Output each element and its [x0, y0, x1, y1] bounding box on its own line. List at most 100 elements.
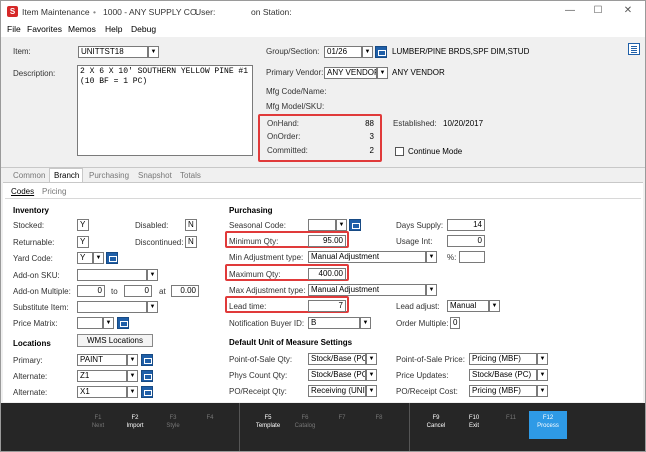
- po-receipt-cost-select[interactable]: Pricing (MBF): [469, 385, 537, 397]
- f5-template-button[interactable]: F5 Template: [251, 414, 285, 430]
- addon-sku-input[interactable]: [77, 269, 147, 281]
- primary-location-lookup-icon[interactable]: [141, 354, 153, 366]
- item-input[interactable]: UNITTST18: [78, 46, 148, 58]
- menu-debug[interactable]: Debug: [131, 24, 156, 34]
- group-dropdown-button[interactable]: ▼: [362, 46, 373, 58]
- menu-favorites[interactable]: Favorites: [27, 24, 62, 34]
- hamburger-menu-icon[interactable]: [628, 43, 640, 55]
- price-matrix-lookup-icon[interactable]: [117, 317, 129, 329]
- price-matrix-dropdown-button[interactable]: ▼: [103, 317, 114, 329]
- returnable-input[interactable]: Y: [77, 236, 89, 248]
- max-adjustment-type-select[interactable]: Manual Adjustment: [308, 284, 426, 296]
- menu-file[interactable]: File: [7, 24, 21, 34]
- subtab-codes[interactable]: Codes: [11, 187, 34, 196]
- maximize-button[interactable]: ☐: [591, 5, 605, 17]
- yard-code-lookup-icon[interactable]: [106, 252, 118, 264]
- po-receipt-qty-label: PO/Receipt Qty:: [229, 387, 287, 396]
- close-button[interactable]: ✕: [621, 5, 635, 17]
- subtab-pricing[interactable]: Pricing: [42, 187, 66, 196]
- alternate-location-1-lookup-icon[interactable]: [141, 370, 153, 382]
- seasonal-code-lookup-icon[interactable]: [349, 219, 361, 231]
- f9-cancel-button[interactable]: F9 Cancel: [419, 414, 453, 430]
- pos-qty-select[interactable]: Stock/Base (PC): [308, 353, 366, 365]
- days-supply-input[interactable]: 14: [447, 219, 485, 231]
- pos-price-dropdown-button[interactable]: ▼: [537, 353, 548, 365]
- primary-location-input[interactable]: PAINT: [77, 354, 127, 366]
- substitute-item-input[interactable]: [77, 301, 147, 313]
- lead-adjust-select[interactable]: Manual: [447, 300, 489, 312]
- pos-price-select[interactable]: Pricing (MBF): [469, 353, 537, 365]
- vendor-dropdown-button[interactable]: ▼: [377, 67, 388, 79]
- f8-button[interactable]: F8: [362, 414, 396, 422]
- continue-mode-checkbox[interactable]: [395, 147, 404, 156]
- tab-purchasing[interactable]: Purchasing: [89, 171, 129, 180]
- wms-locations-button[interactable]: WMS Locations: [77, 334, 153, 347]
- minimum-qty-input[interactable]: 95.00: [308, 235, 346, 247]
- tab-snapshot[interactable]: Snapshot: [138, 171, 172, 180]
- percent-input[interactable]: [459, 251, 485, 263]
- usage-int-input[interactable]: 0: [447, 235, 485, 247]
- tab-common[interactable]: Common: [13, 171, 45, 180]
- min-adjustment-dropdown-button[interactable]: ▼: [426, 251, 437, 263]
- f7-button[interactable]: F7: [325, 414, 359, 422]
- f1-next-button[interactable]: F1 Next: [81, 414, 115, 430]
- disabled-input[interactable]: N: [185, 219, 197, 231]
- f2-import-button[interactable]: F2 Import: [118, 414, 152, 430]
- mfg-code-label: Mfg Code/Name:: [266, 87, 327, 96]
- description-textarea[interactable]: 2 X 6 X 10' SOUTHERN YELLOW PINE #1 (10 …: [77, 65, 253, 156]
- f12-process-button[interactable]: F12 Process: [531, 414, 565, 430]
- primary-location-dropdown-button[interactable]: ▼: [127, 354, 138, 366]
- discontinued-input[interactable]: N: [185, 236, 197, 248]
- f3-style-button[interactable]: F3 Style: [156, 414, 190, 430]
- f11-button[interactable]: F11: [494, 414, 528, 422]
- substitute-item-dropdown-button[interactable]: ▼: [147, 301, 158, 313]
- po-receipt-cost-dropdown-button[interactable]: ▼: [537, 385, 548, 397]
- menu-memos[interactable]: Memos: [68, 24, 96, 34]
- min-adjustment-type-select[interactable]: Manual Adjustment: [308, 251, 426, 263]
- menu-help[interactable]: Help: [105, 24, 122, 34]
- f4-button[interactable]: F4: [193, 414, 227, 422]
- stocked-input[interactable]: Y: [77, 219, 89, 231]
- yard-code-input[interactable]: Y: [77, 252, 93, 264]
- po-receipt-qty-select[interactable]: Receiving (UNIT): [308, 385, 366, 397]
- po-receipt-qty-dropdown-button[interactable]: ▼: [366, 385, 377, 397]
- notification-buyer-input[interactable]: B: [308, 317, 360, 329]
- addon-multiple-from-input[interactable]: 0: [77, 285, 105, 297]
- seasonal-code-input[interactable]: [308, 219, 336, 231]
- group-description: LUMBER/PINE BRDS,SPF DIM,STUD: [392, 47, 530, 56]
- phys-count-qty-select[interactable]: Stock/Base (PC): [308, 369, 366, 381]
- addon-sku-dropdown-button[interactable]: ▼: [147, 269, 158, 281]
- order-multiple-input[interactable]: 0: [450, 317, 460, 329]
- f6-catalog-button[interactable]: F6 Catalog: [288, 414, 322, 430]
- maximum-qty-input[interactable]: 400.00: [308, 268, 346, 280]
- seasonal-code-dropdown-button[interactable]: ▼: [336, 219, 347, 231]
- item-dropdown-button[interactable]: ▼: [148, 46, 159, 58]
- max-adjustment-dropdown-button[interactable]: ▼: [426, 284, 437, 296]
- addon-multiple-label: Add-on Multiple:: [13, 287, 71, 296]
- addon-multiple-at-input[interactable]: 0.00: [171, 285, 199, 297]
- notification-buyer-dropdown-button[interactable]: ▼: [360, 317, 371, 329]
- alternate-location-2-input[interactable]: X1: [77, 386, 127, 398]
- pos-qty-dropdown-button[interactable]: ▼: [366, 353, 377, 365]
- minimize-button[interactable]: —: [563, 5, 577, 17]
- primary-vendor-label: Primary Vendor:: [266, 68, 324, 77]
- alternate-location-1-dropdown-button[interactable]: ▼: [127, 370, 138, 382]
- group-lookup-icon[interactable]: [375, 46, 387, 58]
- alternate-location-2-dropdown-button[interactable]: ▼: [127, 386, 138, 398]
- primary-vendor-input[interactable]: ANY VENDOR: [324, 67, 377, 79]
- group-section-input[interactable]: 01/26: [324, 46, 362, 58]
- yard-code-dropdown-button[interactable]: ▼: [93, 252, 104, 264]
- lead-adjust-dropdown-button[interactable]: ▼: [489, 300, 500, 312]
- addon-multiple-to-input[interactable]: 0: [124, 285, 152, 297]
- notification-buyer-label: Notification Buyer ID:: [229, 319, 305, 328]
- tab-totals[interactable]: Totals: [180, 171, 201, 180]
- lead-time-input[interactable]: 7: [308, 300, 346, 312]
- phys-count-dropdown-button[interactable]: ▼: [366, 369, 377, 381]
- alternate-location-2-lookup-icon[interactable]: [141, 386, 153, 398]
- price-matrix-input[interactable]: [77, 317, 103, 329]
- tab-branch[interactable]: Branch: [54, 171, 79, 180]
- f10-exit-button[interactable]: F10 Exit: [457, 414, 491, 430]
- price-updates-select[interactable]: Stock/Base (PC): [469, 369, 537, 381]
- price-updates-dropdown-button[interactable]: ▼: [537, 369, 548, 381]
- alternate-location-1-input[interactable]: Z1: [77, 370, 127, 382]
